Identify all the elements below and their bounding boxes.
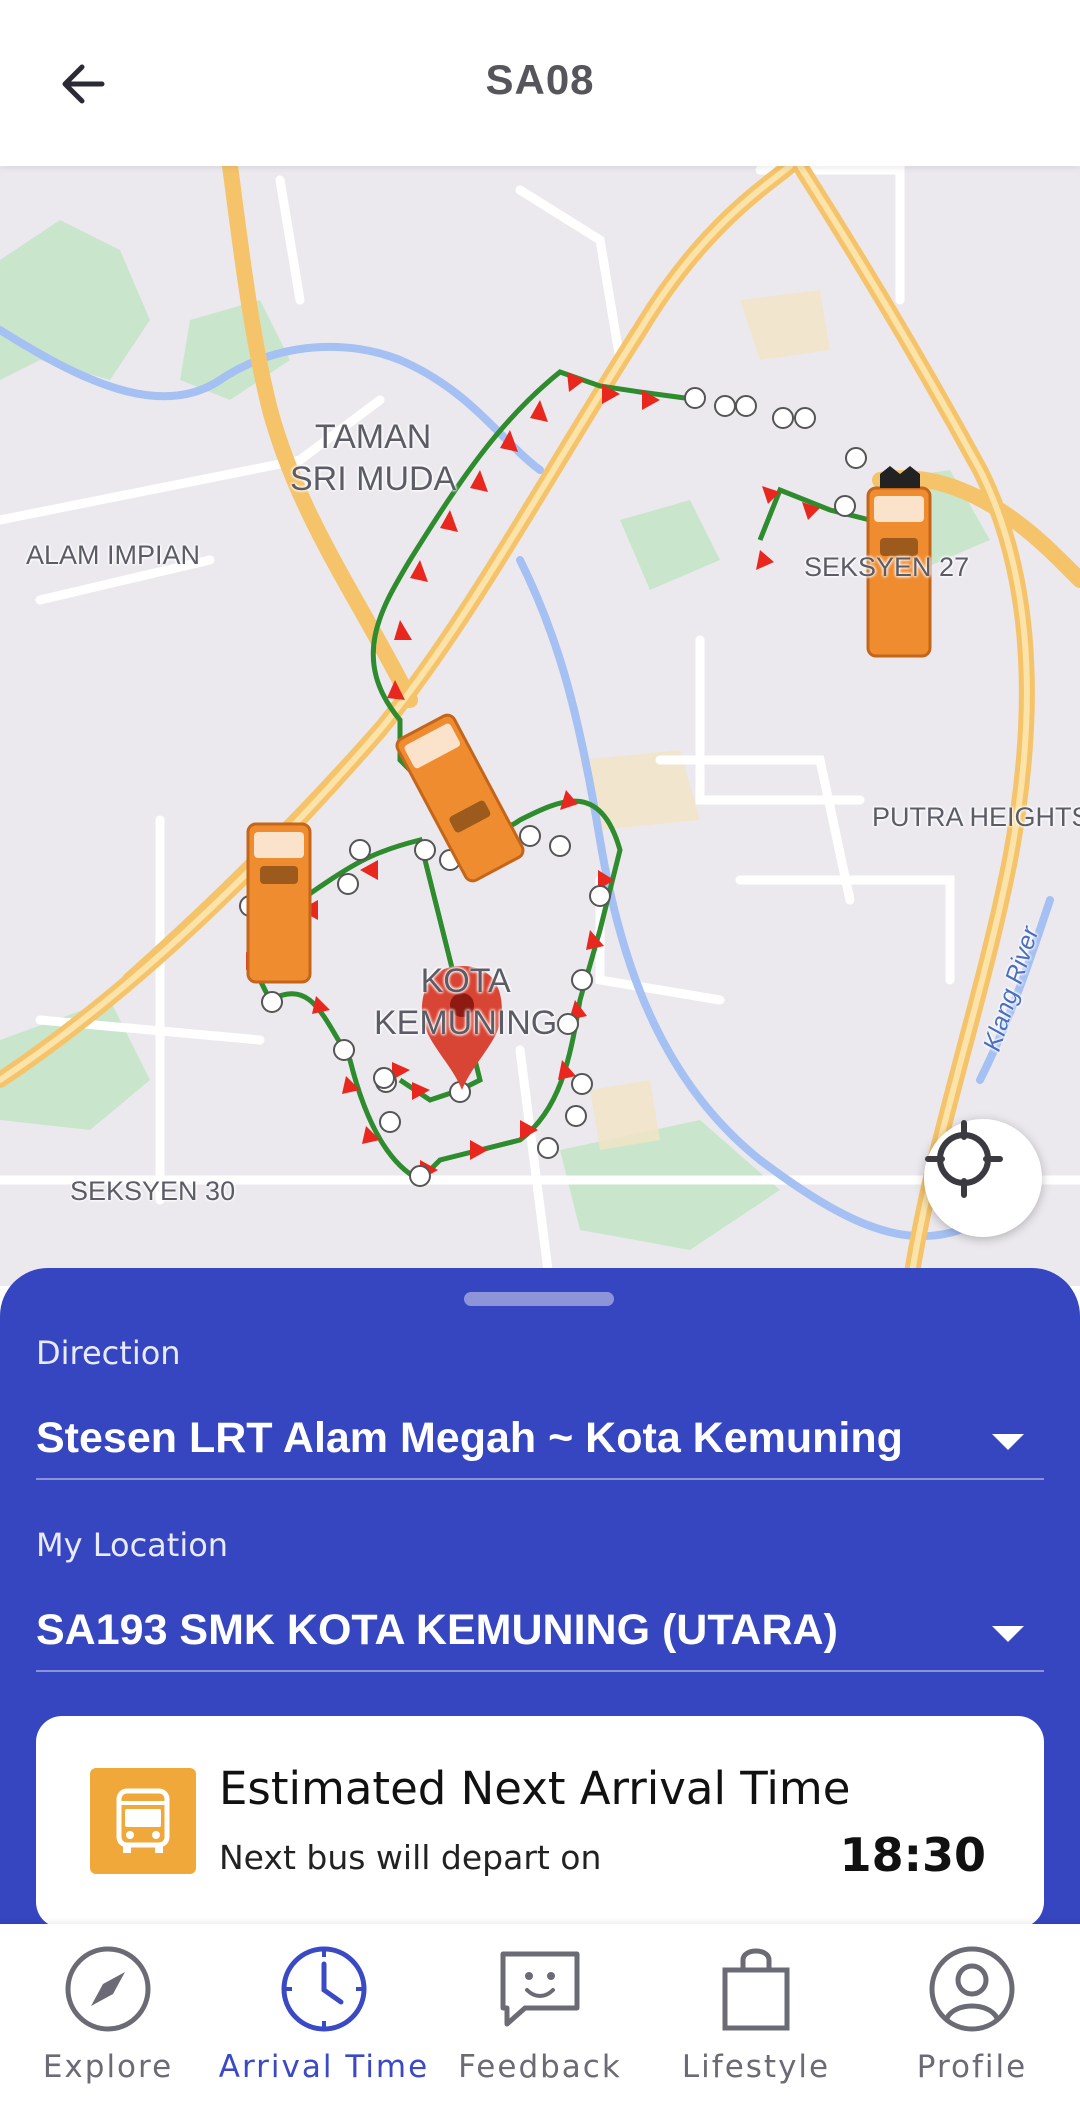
my-location-select[interactable]: SA193 SMK KOTA KEMUNING (UTARA): [36, 1602, 1044, 1672]
nav-label-explore: Explore: [42, 2049, 174, 2085]
nav-item-profile[interactable]: Profile: [864, 1924, 1080, 2109]
map-label-alam-impian: ALAM IMPIAN: [26, 540, 201, 570]
bottom-navigation: Explore Arrival Time Feedback Lifestyle …: [0, 1924, 1080, 2109]
nav-item-lifestyle[interactable]: Lifestyle: [648, 1924, 864, 2109]
nav-label-feedback: Feedback: [458, 2049, 622, 2085]
nav-label-profile: Profile: [916, 2049, 1028, 2085]
map-label-taman-sri-muda: TAMAN SRI MUDA: [290, 418, 457, 498]
chevron-down-icon: [992, 1434, 1024, 1450]
compass-icon: [65, 1946, 151, 2032]
nav-item-feedback[interactable]: Feedback: [432, 1924, 648, 2109]
my-location-label: My Location: [36, 1526, 229, 1564]
chevron-down-icon: [992, 1626, 1024, 1642]
profile-icon: [929, 1946, 1015, 2032]
arrival-time-card: Estimated Next Arrival Time Next bus wil…: [36, 1716, 1044, 1928]
map-label-kota-kemuning: KOTA KEMUNING: [374, 962, 558, 1042]
shopping-bag-icon: [722, 1948, 790, 2031]
next-departure-time: 18:30: [839, 1828, 986, 1882]
page-title: SA08: [485, 56, 595, 103]
bus-icon: [90, 1768, 196, 1874]
map-label-putra-heights: PUTRA HEIGHTS: [872, 802, 1080, 832]
my-location-button[interactable]: [924, 1119, 1042, 1237]
card-subtitle: Next bus will depart on: [219, 1838, 602, 1877]
app-header: SA08: [0, 0, 1080, 166]
bus-marker-3[interactable]: [246, 822, 312, 984]
feedback-icon: [500, 1951, 580, 2027]
clock-icon: [281, 1946, 367, 2032]
route-info-sheet: Direction Stesen LRT Alam Megah ~ Kota K…: [0, 1268, 1080, 1928]
nav-item-arrival-time[interactable]: Arrival Time: [216, 1924, 432, 2109]
nav-label-arrival-time: Arrival Time: [218, 2049, 430, 2085]
map-canvas: [0, 166, 1080, 1286]
map-label-seksyen-30: SEKSYEN 30: [70, 1176, 236, 1206]
bus-marker-2[interactable]: [394, 712, 526, 883]
map-label-seksyen-27: SEKSYEN 27: [804, 552, 970, 582]
route-map[interactable]: TAMAN SRI MUDA ALAM IMPIAN SEKSYEN 27 PU…: [0, 166, 1080, 1286]
nav-item-explore[interactable]: Explore: [0, 1924, 216, 2109]
direction-value: Stesen LRT Alam Megah ~ Kota Kemuning: [36, 1414, 903, 1462]
drag-handle[interactable]: [464, 1292, 614, 1306]
my-location-value: SA193 SMK KOTA KEMUNING (UTARA): [36, 1606, 838, 1654]
crosshair-icon: [925, 1120, 1003, 1198]
app-screen: SA08 TAMAN SRI MUDA ALAM IMPIAN SEKSYEN …: [0, 0, 1080, 2109]
card-title: Estimated Next Arrival Time: [219, 1762, 851, 1815]
direction-select[interactable]: Stesen LRT Alam Megah ~ Kota Kemuning: [36, 1410, 1044, 1480]
direction-label: Direction: [36, 1334, 181, 1372]
nav-label-lifestyle: Lifestyle: [681, 2049, 831, 2085]
